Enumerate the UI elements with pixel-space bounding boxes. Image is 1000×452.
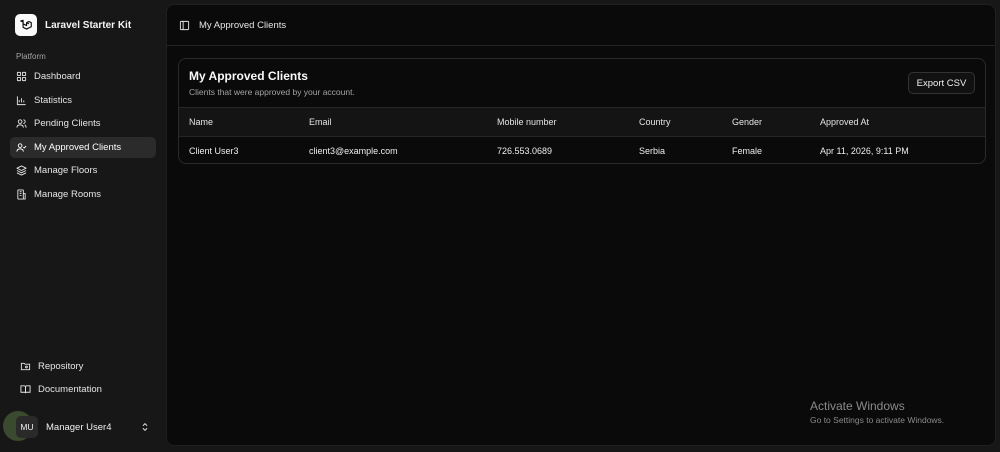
column-header-email[interactable]: Email [309,107,497,137]
building-icon [17,188,26,200]
sidebar-footer-nav: Repository Documentation [14,355,160,402]
brand[interactable]: Laravel Starter Kit [15,14,131,36]
user-name: Manager User4 [46,421,112,433]
sidebar-item-label: Repository [38,360,84,372]
sidebar-nav: Dashboard Statistics Pending Clients My … [10,66,156,207]
table-row[interactable]: Client User3 client3@example.com 726.553… [179,137,985,164]
sidebar-item-manage-rooms[interactable]: Manage Rooms [10,184,156,205]
user-check-icon [16,142,27,152]
column-header-country[interactable]: Country [639,107,732,137]
sidebar-item-label: Documentation [38,384,102,395]
page-title: My Approved Clients [189,69,308,83]
grid-icon [16,71,27,82]
windows-watermark-subtitle: Go to Settings to activate Windows. [810,415,945,425]
windows-watermark-title: Activate Windows [810,399,905,413]
cell-mobile: 726.553.0689 [497,146,553,157]
section-label-platform: Platform [16,52,46,61]
column-header-gender[interactable]: Gender [732,107,820,137]
avatar: MU [16,416,38,438]
sidebar-item-label: Statistics [34,94,73,106]
sidebar-item-label: Manage Rooms [34,188,102,200]
clients-table: Name Email Mobile number Country Gender … [179,107,985,164]
cell-name: Client User3 [189,146,239,157]
user-menu[interactable]: MU Manager User4 [10,414,156,440]
chevrons-up-down-icon [142,423,148,431]
sidebar-item-pending-clients[interactable]: Pending Clients [10,113,156,134]
book-open-icon [20,385,31,394]
brand-name: Laravel Starter Kit [45,19,132,31]
sidebar-item-repository[interactable]: Repository [14,355,160,377]
folder-git-icon [20,362,31,370]
sidebar-item-label: My Approved Clients [34,141,122,153]
table-header-row: Name Email Mobile number Country Gender … [179,107,985,137]
panel-left-icon [179,20,190,30]
sidebar-item-label: Pending Clients [34,118,101,129]
sidebar-item-manage-floors[interactable]: Manage Floors [10,160,156,181]
export-csv-button[interactable]: Export CSV [908,72,975,94]
laravel-logo-icon [15,14,37,36]
topbar: My Approved Clients [167,5,995,46]
cell-email: client3@example.com [309,146,398,157]
layers-icon [16,165,27,176]
users-icon [16,119,27,128]
cell-approved-at: Apr 11, 2026, 9:11 PM [820,146,909,157]
approved-clients-card: My Approved Clients Clients that were ap… [178,58,986,164]
sidebar-item-label: Manage Floors [34,165,98,176]
column-header-mobile[interactable]: Mobile number [497,107,639,137]
sidebar-item-my-approved-clients[interactable]: My Approved Clients [10,136,156,158]
cell-country: Serbia [639,146,666,157]
sidebar-toggle-button[interactable] [179,20,190,31]
cell-gender: Female [732,146,763,157]
bar-chart-icon [16,95,26,105]
sidebar-item-statistics[interactable]: Statistics [10,90,156,111]
sidebar-item-label: Dashboard [34,71,81,82]
page-subtitle: Clients that were approved by your accou… [189,87,355,97]
column-header-approved-at[interactable]: Approved At [820,107,985,137]
sidebar: Laravel Starter Kit Platform Dashboard S… [0,0,166,452]
breadcrumb: My Approved Clients [199,19,287,31]
column-header-name[interactable]: Name [179,107,309,137]
sidebar-item-documentation[interactable]: Documentation [14,379,160,401]
main-content: My Approved Clients My Approved Clients … [166,4,996,446]
sidebar-item-dashboard[interactable]: Dashboard [10,66,156,87]
